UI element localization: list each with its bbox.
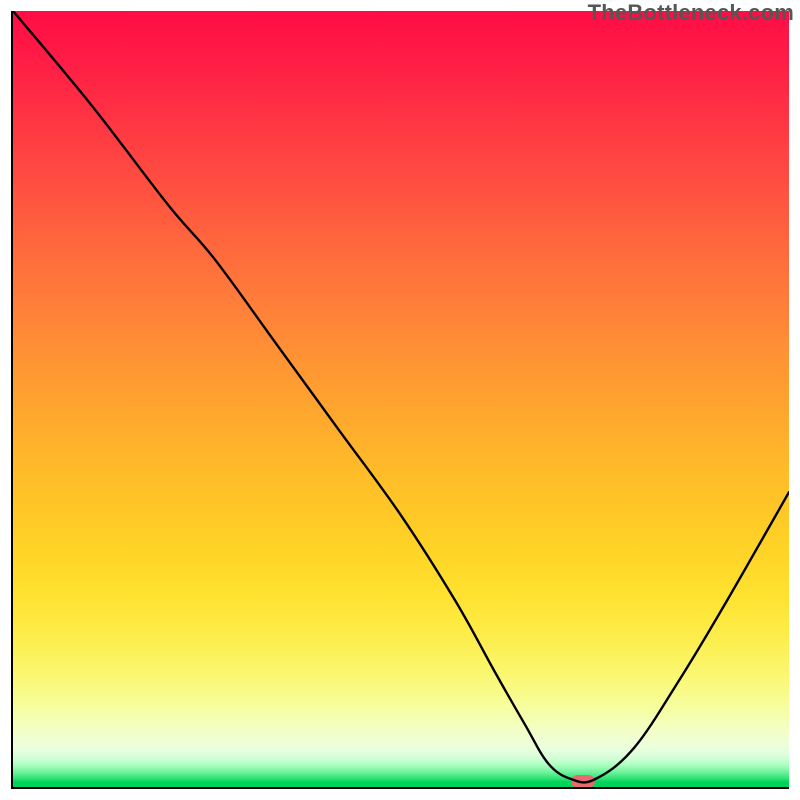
bottleneck-curve [13,11,789,787]
chart-container: TheBottleneck.com [0,0,800,800]
watermark-text: TheBottleneck.com [588,0,794,26]
plot-area [11,11,789,789]
